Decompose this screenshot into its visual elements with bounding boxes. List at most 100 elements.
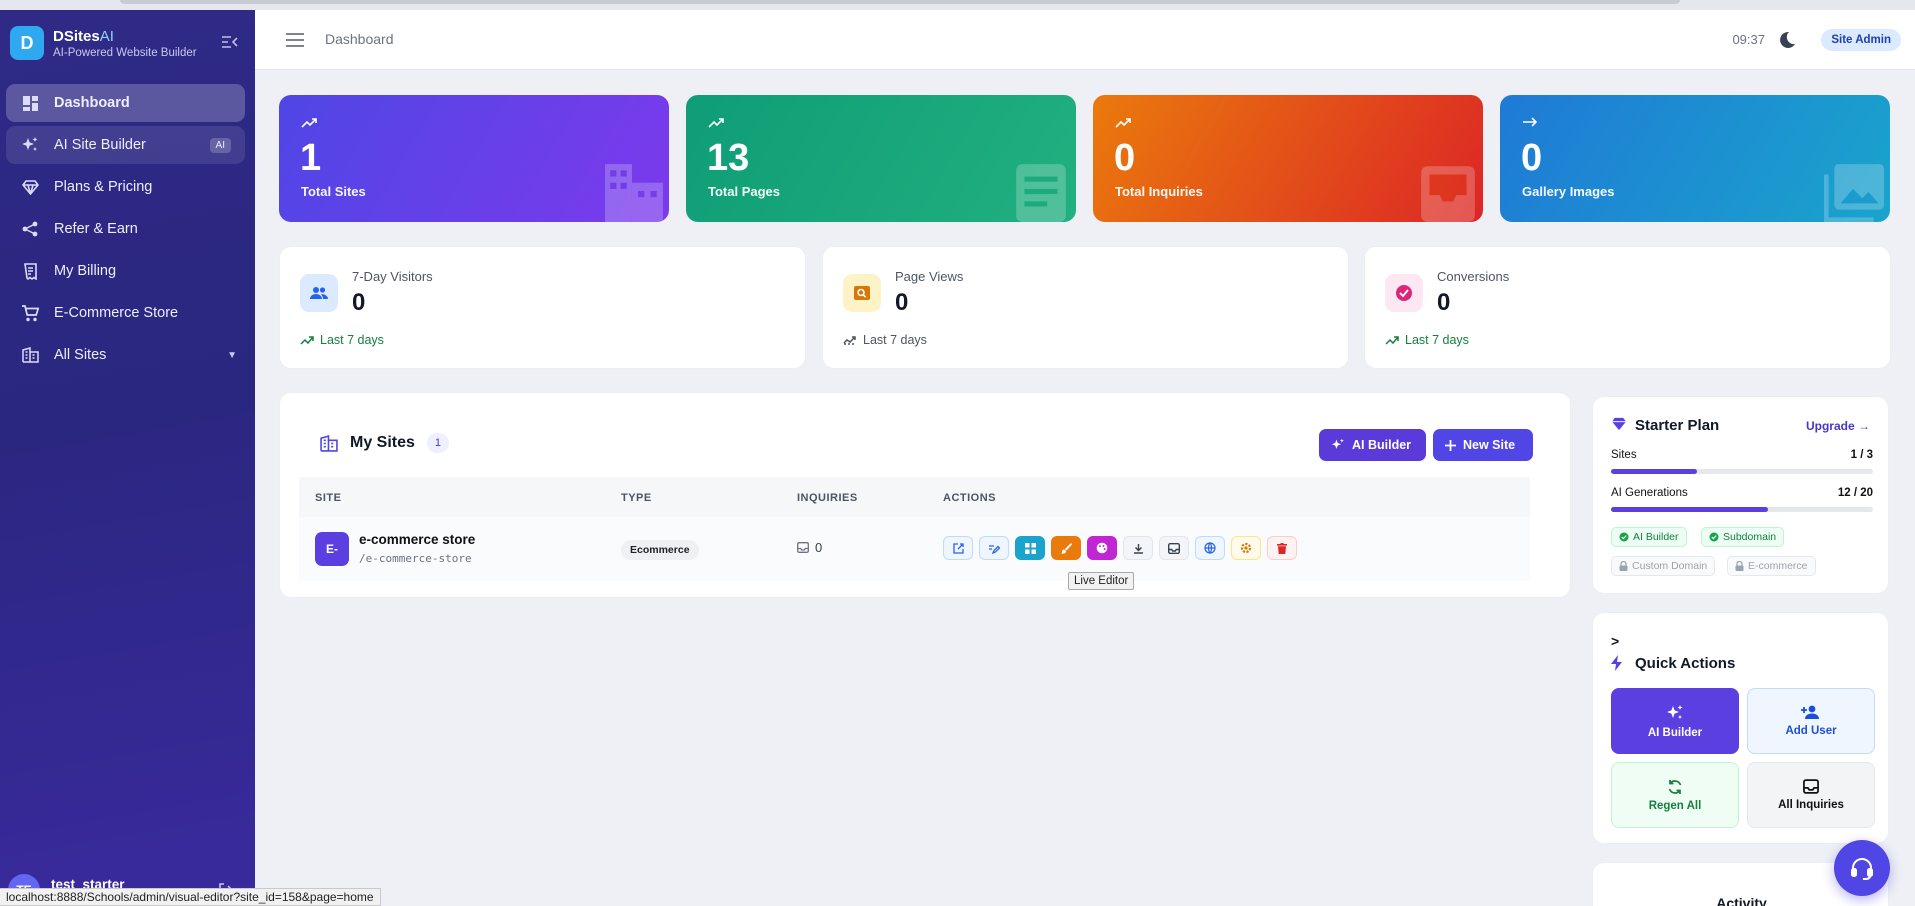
quick-actions-title: Quick Actions: [1635, 655, 1736, 672]
feature-ai-builder: AI Builder: [1611, 527, 1687, 547]
column-header: ACTIONS: [943, 492, 996, 504]
metric-footer: Last 7 days: [843, 333, 927, 347]
domain-button[interactable]: [1195, 536, 1225, 560]
quick-add-user-button[interactable]: Add User: [1747, 688, 1875, 754]
metric-card-visitors: 7-Day Visitors 0 Last 7 days: [279, 246, 806, 369]
quick-actions-prefix: >: [1611, 633, 1620, 649]
address-bar-edge: [120, 0, 1680, 4]
brand[interactable]: D DSitesAI AI-Powered Website Builder: [10, 26, 197, 60]
palette-icon: [1096, 542, 1108, 554]
new-site-button[interactable]: New Site: [1433, 429, 1533, 461]
quick-regen-all-button[interactable]: Regen All: [1611, 762, 1739, 828]
metric-label: Conversions: [1437, 269, 1510, 284]
sidebar: D DSitesAI AI-Powered Website Builder Da…: [0, 10, 255, 906]
inquiries-button[interactable]: [1159, 536, 1189, 560]
sidebar-item-label: My Billing: [54, 263, 117, 279]
live-editor-button[interactable]: [1051, 536, 1081, 560]
site-name[interactable]: e-commerce store: [359, 532, 475, 547]
image-icon: [1824, 164, 1884, 222]
brand-tagline: AI-Powered Website Builder: [53, 46, 197, 59]
share-icon: [20, 219, 40, 239]
topbar: Dashboard 09:37 Site Admin: [255, 10, 1915, 70]
inbox-icon: [797, 542, 809, 553]
edit-content-button[interactable]: [979, 536, 1009, 560]
download-icon: [1133, 543, 1143, 554]
role-badge[interactable]: Site Admin: [1821, 29, 1901, 51]
diamond-icon: [20, 177, 40, 197]
sidebar-item-my-billing[interactable]: My Billing: [6, 252, 245, 290]
activity-title: Activity: [1716, 895, 1767, 906]
chevron-down-icon[interactable]: ▼: [227, 350, 237, 361]
sparkles-icon: [1667, 704, 1683, 719]
moon-icon[interactable]: [1777, 30, 1797, 50]
settings-button[interactable]: [1231, 536, 1261, 560]
site-type-badge: Ecommerce: [621, 540, 699, 560]
inbox-icon: [1421, 166, 1475, 222]
sidebar-item-ecommerce-store[interactable]: E-Commerce Store: [6, 294, 245, 332]
stat-card-total-pages[interactable]: 13 Total Pages: [686, 95, 1076, 222]
theme-palette-button[interactable]: [1087, 536, 1117, 560]
quick-ai-builder-button[interactable]: AI Builder: [1611, 688, 1739, 754]
column-header: SITE: [315, 492, 342, 504]
trending-up-icon: [300, 336, 314, 345]
ai-builder-button[interactable]: AI Builder: [1319, 429, 1426, 461]
stat-card-total-inquiries[interactable]: 0 Total Inquiries: [1093, 95, 1483, 222]
sidebar-nav: Dashboard AI Site Builder AI Plans & Pri…: [6, 84, 245, 378]
bolt-icon: [1611, 655, 1622, 671]
metric-card-page-views: Page Views 0 Last 7 days: [822, 246, 1349, 369]
stat-value: 1: [300, 137, 322, 179]
open-site-button[interactable]: [943, 536, 973, 560]
stat-value: 0: [1114, 137, 1136, 179]
metric-value: 0: [1437, 289, 1451, 316]
metric-value: 0: [895, 289, 909, 316]
metric-footer: Last 7 days: [1385, 333, 1469, 347]
diamond-icon: [1612, 417, 1626, 431]
trending-up-icon: [708, 118, 724, 128]
brand-logo: D: [10, 26, 44, 60]
table-header: SITE TYPE INQUIRIES ACTIONS: [299, 477, 1530, 517]
sidebar-item-refer-earn[interactable]: Refer & Earn: [6, 210, 245, 248]
quick-actions-card: > Quick Actions AI Builder Add User Rege…: [1592, 612, 1889, 844]
page-builder-button[interactable]: [1015, 536, 1045, 560]
collapse-sidebar-icon[interactable]: [221, 34, 239, 50]
metric-value: 0: [352, 289, 366, 316]
document-icon: [1016, 164, 1066, 222]
sidebar-item-dashboard[interactable]: Dashboard: [6, 84, 245, 122]
trending-flat-icon: [843, 336, 856, 345]
clock: 09:37: [1732, 32, 1765, 47]
check-circle-icon: [1709, 532, 1719, 542]
feature-ecommerce: E-commerce: [1727, 556, 1816, 576]
progress-bar: [1611, 469, 1873, 474]
usage-sites: Sites 1 / 3: [1611, 449, 1873, 461]
stat-value: 0: [1521, 137, 1543, 179]
sidebar-item-plans-pricing[interactable]: Plans & Pricing: [6, 168, 245, 206]
refresh-icon: [1668, 779, 1682, 794]
gear-icon: [1240, 542, 1252, 554]
add-user-icon: [1801, 705, 1819, 719]
globe-icon: [1204, 542, 1216, 554]
upgrade-link[interactable]: Upgrade →: [1806, 419, 1870, 433]
stat-label: Total Sites: [301, 184, 366, 199]
delete-button[interactable]: [1267, 536, 1297, 560]
brand-name: DSitesAI: [53, 27, 114, 45]
site-inquiries: 0: [797, 540, 822, 555]
menu-icon[interactable]: [285, 32, 305, 48]
dashboard-icon: [20, 93, 40, 113]
stat-value: 13: [707, 137, 750, 179]
feature-custom-domain: Custom Domain: [1611, 556, 1716, 576]
section-title: My Sites: [350, 434, 415, 451]
sidebar-item-all-sites[interactable]: All Sites ▼: [6, 336, 245, 374]
support-chat-button[interactable]: [1834, 840, 1890, 896]
download-button[interactable]: [1123, 536, 1153, 560]
sidebar-item-ai-site-builder[interactable]: AI Site Builder AI: [6, 126, 245, 164]
plan-card: Starter Plan Upgrade → Sites 1 / 3 AI Gen…: [1592, 396, 1889, 594]
sidebar-item-label: AI Site Builder: [54, 137, 146, 153]
stat-card-total-sites[interactable]: 1 Total Sites: [279, 95, 669, 222]
edit-note-icon: [989, 544, 1000, 554]
quick-all-inquiries-button[interactable]: All Inquiries: [1747, 762, 1875, 828]
check-circle-icon: [1385, 274, 1423, 312]
status-bar-url: localhost:8888/Schools/admin/visual-edit…: [0, 888, 381, 906]
column-header: INQUIRIES: [797, 492, 858, 504]
building-icon: [20, 345, 40, 365]
stat-card-gallery-images[interactable]: 0 Gallery Images: [1500, 95, 1890, 222]
